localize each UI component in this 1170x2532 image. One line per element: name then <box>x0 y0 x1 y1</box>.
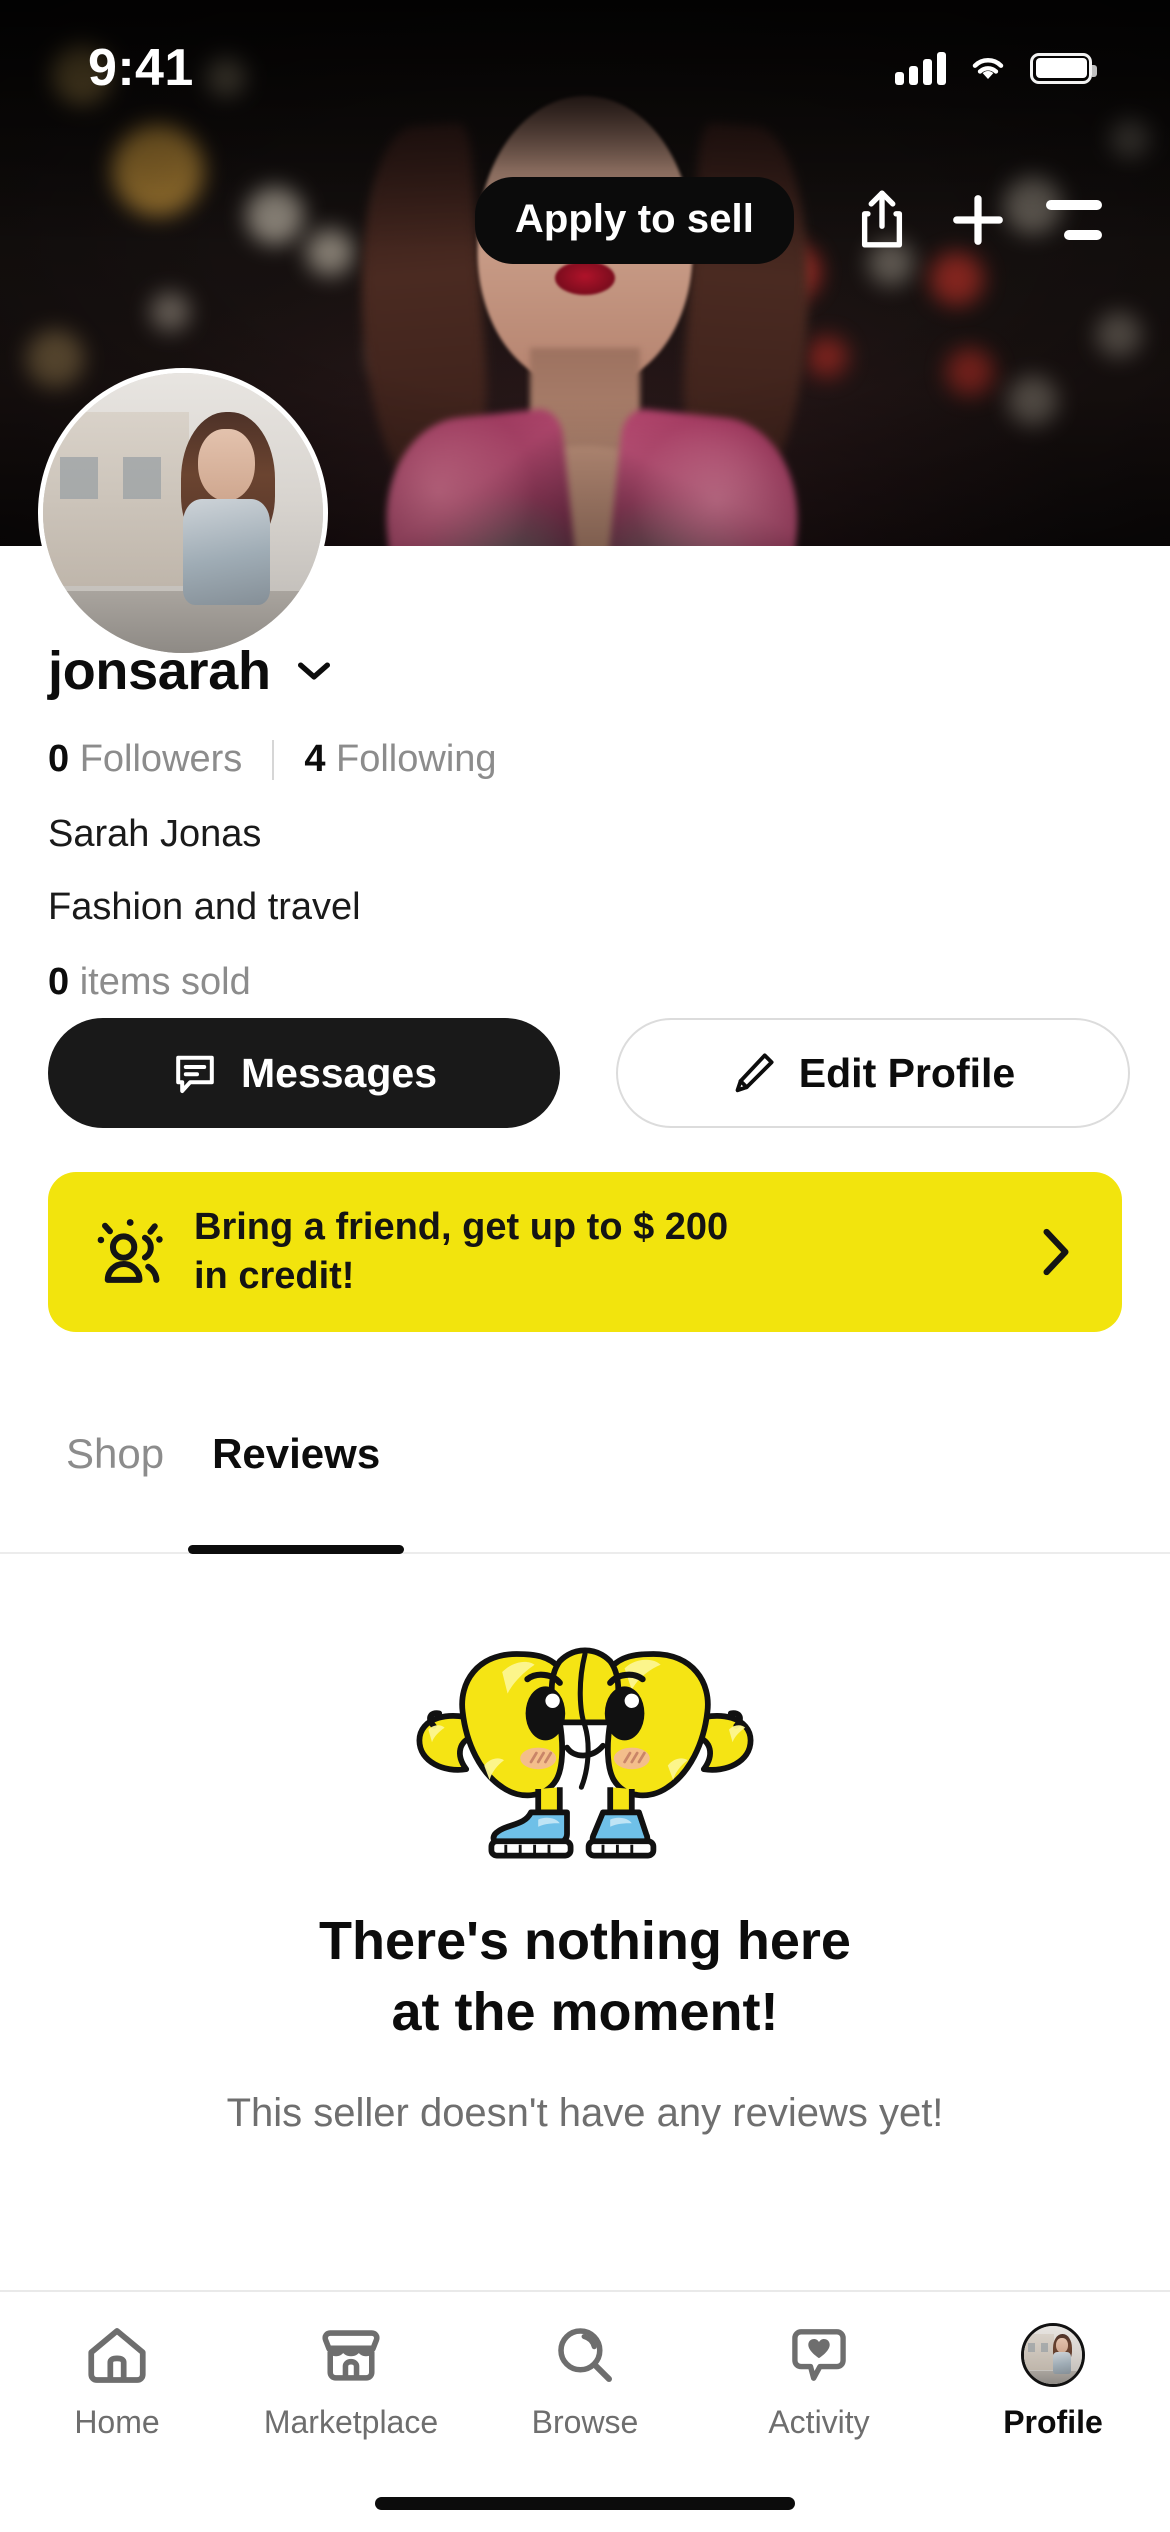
following-stat[interactable]: 4 Following <box>304 738 496 781</box>
following-label: Following <box>336 738 497 780</box>
storefront-icon <box>322 2330 380 2381</box>
profile-info: jonsarah 0 Followers 4 Following Sarah J… <box>0 640 1170 1004</box>
followers-count: 0 <box>48 738 70 780</box>
header-actions: Apply to sell <box>0 172 1170 268</box>
empty-state: There's nothing here at the moment! This… <box>0 1600 1170 2136</box>
followers-stat[interactable]: 0 Followers <box>48 738 242 781</box>
empty-state-title-line-2: at the moment! <box>391 1982 779 2043</box>
tab-shop[interactable]: Shop <box>42 1402 188 1554</box>
empty-state-title-line-1: There's nothing here <box>319 1911 851 1971</box>
items-sold-count: 0 <box>48 961 70 1003</box>
messages-button-label: Messages <box>240 1049 437 1096</box>
profile-tabs: Shop Reviews <box>0 1402 1170 1554</box>
heart-bubble-icon <box>792 2329 846 2381</box>
chat-bubble-icon <box>176 1055 214 1093</box>
nav-label-profile: Profile <box>1003 2404 1103 2440</box>
following-count: 4 <box>304 738 326 780</box>
avatar-icon <box>1021 2323 1085 2387</box>
status-bar: 9:41 <box>0 0 1170 130</box>
nav-item-profile[interactable]: Profile <box>936 2322 1170 2441</box>
profile-action-buttons: Messages Edit Profile <box>48 1018 1130 1128</box>
plus-icon <box>953 195 1003 245</box>
add-button[interactable] <box>930 172 1026 268</box>
home-icon <box>88 2328 146 2383</box>
tab-reviews[interactable]: Reviews <box>188 1402 405 1554</box>
chevron-down-icon <box>297 662 330 680</box>
referral-chevron-wrap <box>1030 1226 1082 1278</box>
nav-label-home: Home <box>74 2404 160 2440</box>
yellow-mascot-illustration <box>416 1647 754 1859</box>
nav-item-activity[interactable]: Activity <box>702 2322 936 2441</box>
search-icon <box>558 2328 612 2382</box>
home-icon-wrap <box>86 2322 148 2388</box>
nav-item-browse[interactable]: Browse <box>468 2322 702 2441</box>
nav-label-activity: Activity <box>768 2404 870 2440</box>
wifi-icon <box>972 58 1004 79</box>
friends-icon <box>97 1219 163 1283</box>
pencil-icon <box>735 1053 774 1093</box>
nav-item-marketplace[interactable]: Marketplace <box>234 2322 468 2441</box>
referral-line-1: Bring a friend, get up to $ 200 <box>194 1206 729 1249</box>
apply-to-sell-button[interactable]: Apply to sell <box>474 176 794 264</box>
share-button[interactable] <box>834 172 930 268</box>
share-icon <box>861 190 903 248</box>
menu-button[interactable] <box>1026 172 1122 268</box>
referral-banner[interactable]: Bring a friend, get up to $ 200 in credi… <box>48 1172 1122 1332</box>
chevron-right-icon <box>1043 1228 1069 1276</box>
followers-label: Followers <box>79 738 243 780</box>
menu-icon <box>1046 200 1102 240</box>
empty-state-subtitle: This seller doesn't have any reviews yet… <box>226 2090 944 2135</box>
avatar[interactable] <box>38 368 328 658</box>
stats-divider <box>272 739 275 780</box>
app-screen: 9:41 Apply to sell jonsarah 0 Followers … <box>0 0 1170 2532</box>
cellular-signal-icon <box>895 51 946 85</box>
real-name: Sarah Jonas <box>48 813 262 855</box>
nav-item-home[interactable]: Home <box>0 2322 234 2441</box>
bottom-navigation: Home Marketplace Browse Activity Profile <box>0 2290 1170 2532</box>
friends-icon-wrap <box>88 1211 180 1293</box>
messages-button[interactable]: Messages <box>48 1018 560 1128</box>
search-icon-wrap <box>555 2322 615 2388</box>
referral-line-2: in credit! <box>194 1255 355 1297</box>
stats-row: 0 Followers 4 Following <box>48 738 1122 781</box>
items-sold-label: items sold <box>79 961 251 1003</box>
referral-text: Bring a friend, get up to $ 200 in credi… <box>194 1203 1030 1300</box>
avatar-icon-wrap <box>1021 2322 1085 2388</box>
nav-label-browse: Browse <box>531 2404 639 2440</box>
edit-profile-button-label: Edit Profile <box>798 1049 1016 1096</box>
nav-label-marketplace: Marketplace <box>263 2404 439 2440</box>
heart-bubble-icon-wrap <box>790 2322 848 2388</box>
avatar-image <box>43 373 323 653</box>
home-indicator <box>375 2497 795 2510</box>
storefront-icon-wrap <box>321 2322 381 2388</box>
edit-profile-button[interactable]: Edit Profile <box>616 1018 1130 1128</box>
bio-text: Fashion and travel <box>48 886 361 928</box>
items-sold: 0 items sold <box>48 961 1122 1004</box>
battery-icon <box>1030 52 1097 84</box>
empty-state-title: There's nothing here at the moment! <box>0 1906 1170 2049</box>
status-time: 9:41 <box>88 39 194 97</box>
